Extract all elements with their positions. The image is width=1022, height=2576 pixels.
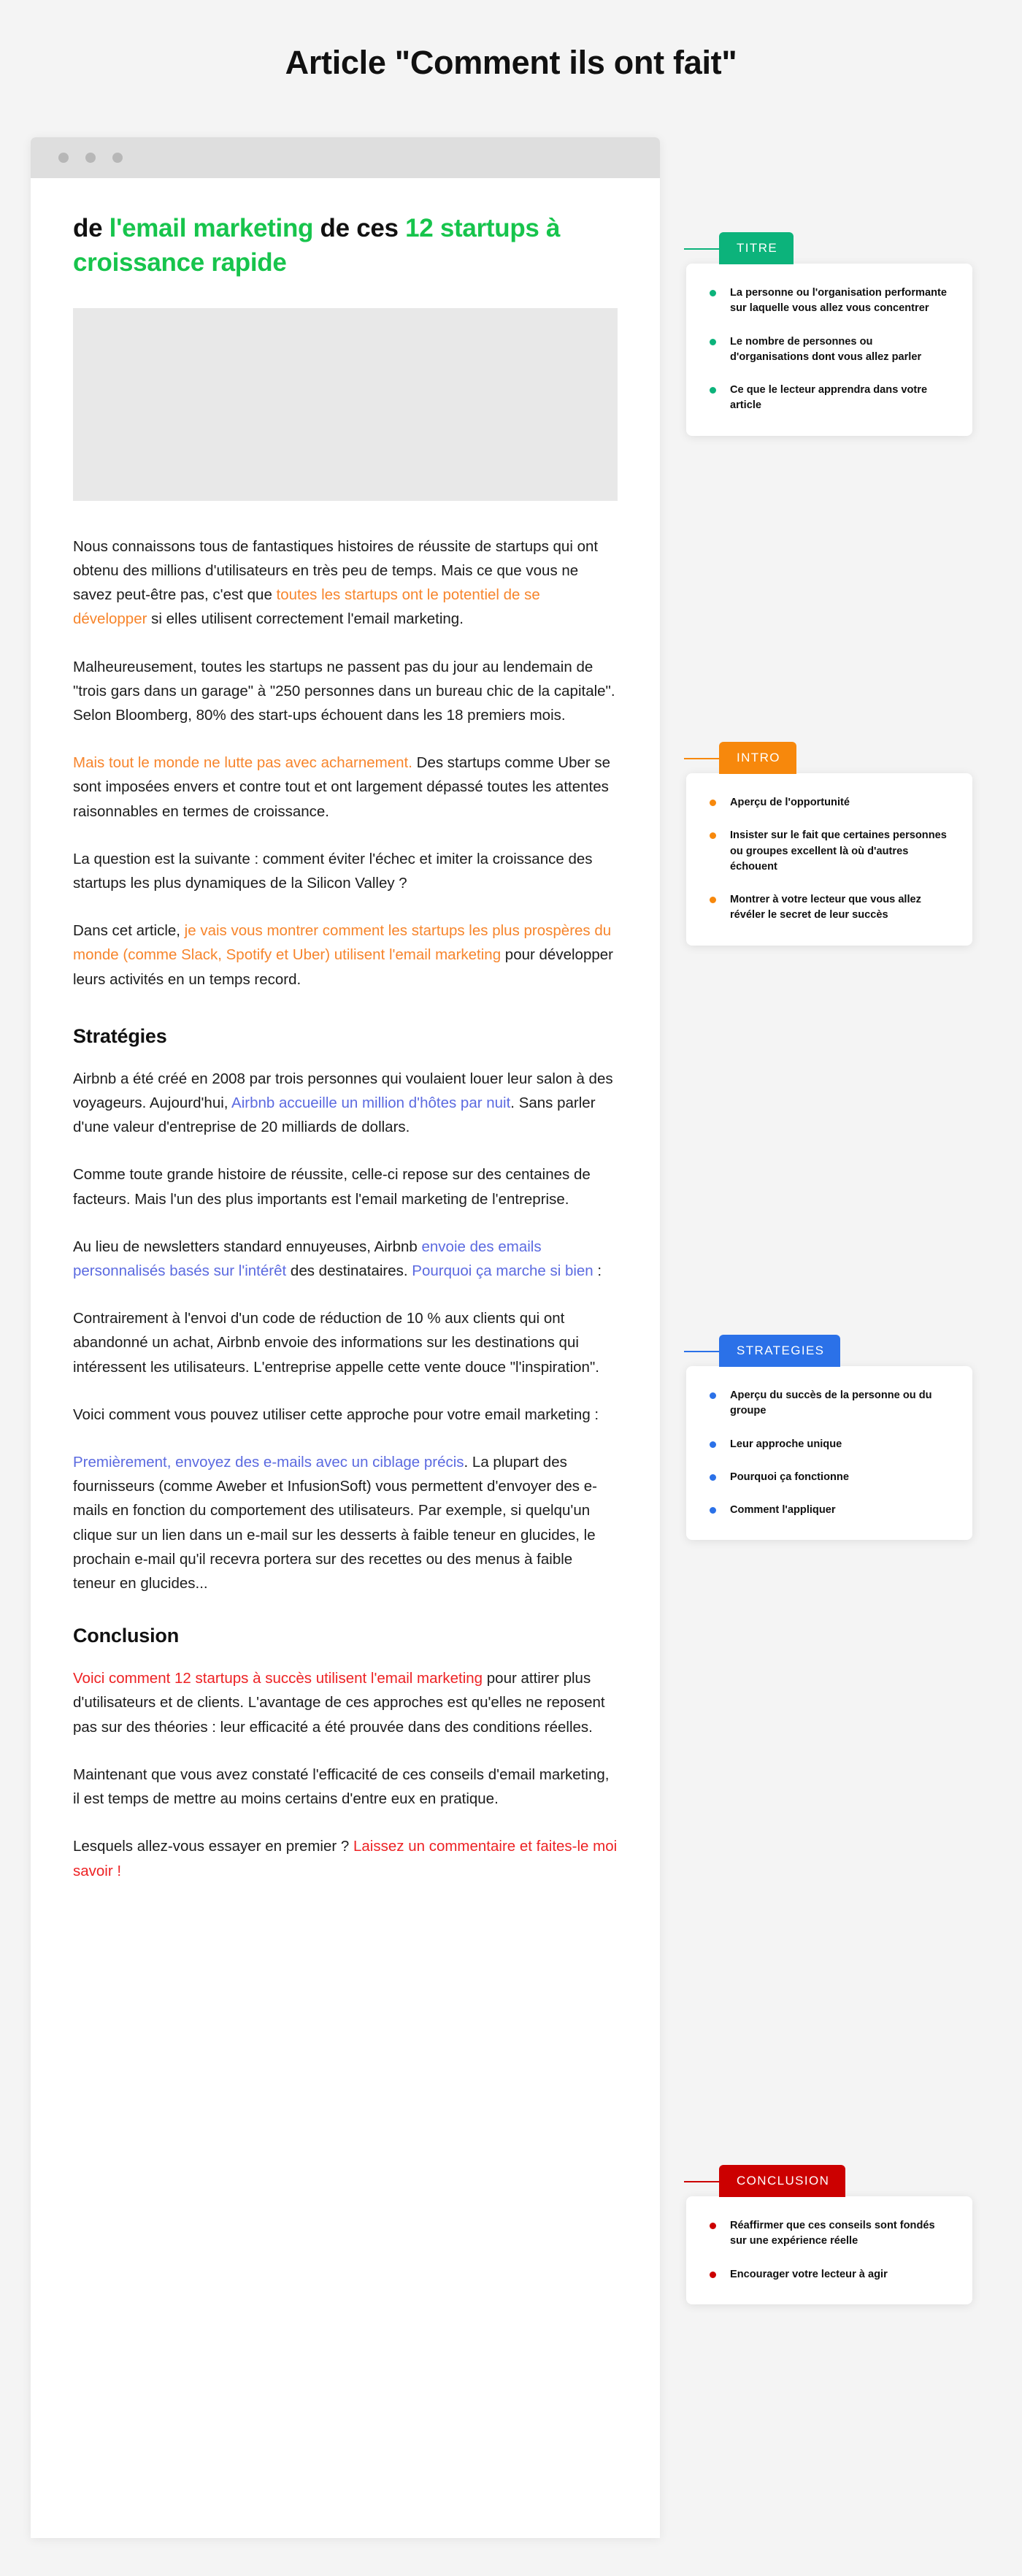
paragraph-9: Contrairement à l'envoi d'un code de réd…: [73, 1310, 599, 1376]
list-item: Leur approche unique: [708, 1437, 948, 1452]
note-card-conclusion: Réaffirmer que ces conseils sont fondés …: [686, 2196, 972, 2304]
note-item-text: Pourquoi ça fonctionne: [730, 1471, 849, 1483]
note-badge-conclusion: CONCLUSION: [683, 2165, 846, 2197]
headline-part-4: de ces: [313, 214, 406, 242]
note-badge-titre: TITRE: [683, 232, 794, 264]
paragraph-6: Airbnb a été créé en 2008 par trois pers…: [73, 1067, 618, 1140]
paragraph-8: Au lieu de newsletters standard ennuyeus…: [73, 1235, 618, 1283]
bullet-dot-icon: [710, 387, 716, 394]
note-badge-intro: INTRO: [684, 742, 796, 774]
note-item-text: Insister sur le fait que certaines perso…: [730, 829, 947, 873]
note-item-text: Montrer à votre lecteur que vous allez r…: [730, 894, 921, 921]
p8-link-why[interactable]: Pourquoi ça marche si bien: [412, 1262, 593, 1279]
bullet-dot-icon: [710, 1441, 716, 1448]
note-list-strategies: Aperçu du succès de la personne ou du gr…: [708, 1388, 948, 1518]
article-hero-image-placeholder: [73, 307, 618, 501]
browser-title-bar: [31, 137, 660, 178]
paragraph-12: Voici comment 12 startups à succès utili…: [73, 1666, 618, 1739]
paragraph-10: Voici comment vous pouvez utiliser cette…: [73, 1406, 599, 1423]
list-item: Insister sur le fait que certaines perso…: [708, 828, 948, 875]
note-list-conclusion: Réaffirmer que ces conseils sont fondés …: [708, 2218, 948, 2282]
paragraph-3: Mais tout le monde ne lutte pas avec ach…: [73, 751, 618, 824]
note-item-text: Réaffirmer que ces conseils sont fondés …: [730, 2220, 935, 2247]
window-minimize-dot-icon[interactable]: [85, 153, 96, 163]
bullet-dot-icon: [710, 832, 716, 840]
bullet-dot-icon: [710, 2271, 716, 2278]
p6-link-airbnb[interactable]: Airbnb accueille un million d'hôtes par …: [231, 1095, 510, 1111]
note-card-titre: La personne ou l'organisation performant…: [686, 264, 972, 436]
window-maximize-dot-icon[interactable]: [112, 153, 123, 163]
article-headline: de l'email marketing de ces 12 startups …: [73, 212, 618, 280]
note-item-text: Le nombre de personnes ou d'organisation…: [730, 335, 922, 363]
p8-text-e: :: [593, 1262, 602, 1280]
bullet-dot-icon: [710, 338, 716, 345]
list-item: Comment l'appliquer: [708, 1503, 948, 1518]
bullet-dot-icon: [710, 2223, 716, 2229]
headline-part-2: de: [73, 214, 110, 242]
list-item: Encourager votre lecteur à agir: [708, 2267, 948, 2282]
p1-text-c: si elles utilisent correctement l'email …: [147, 610, 464, 628]
list-item: Montrer à votre lecteur que vous allez r…: [708, 892, 948, 924]
bullet-dot-icon: [710, 1473, 716, 1481]
paragraph-4: La question est la suivante : comment év…: [73, 850, 593, 892]
page-title: Article "Comment ils ont fait": [285, 44, 737, 81]
note-item-text: Encourager votre lecteur à agir: [730, 2268, 888, 2280]
note-card-strategies: Aperçu du succès de la personne ou du gr…: [686, 1366, 972, 1541]
list-item: Réaffirmer que ces conseils sont fondés …: [708, 2218, 948, 2250]
note-item-text: La personne ou l'organisation performant…: [730, 287, 948, 315]
section-heading-conclusion: Conclusion: [73, 1625, 179, 1647]
p8-text-a: Au lieu de newsletters standard ennuyeus…: [73, 1238, 422, 1255]
paragraph-11: Premièrement, envoyez des e-mails avec u…: [73, 1450, 618, 1595]
paragraph-7: Comme toute grande histoire de réussite,…: [73, 1166, 591, 1208]
note-item-text: Comment l'appliquer: [730, 1504, 836, 1517]
list-item: Ce que le lecteur apprendra dans votre a…: [708, 383, 948, 414]
list-item: Aperçu du succès de la personne ou du gr…: [708, 1388, 948, 1419]
paragraph-1: Nous connaissons tous de fantastiques hi…: [73, 534, 618, 632]
paragraph-14: Lesquels allez-vous essayer en premier ?…: [73, 1834, 618, 1882]
p8-text-c: des destinataires.: [286, 1262, 412, 1280]
annotation-note-conclusion: CONCLUSION Réaffirmer que ces conseils s…: [683, 2165, 972, 2304]
bullet-dot-icon: [710, 1392, 716, 1399]
p12-highlight: Voici comment 12 startups à succès utili…: [73, 1670, 483, 1687]
list-item: La personne ou l'organisation performant…: [708, 285, 948, 317]
bullet-dot-icon: [710, 800, 716, 806]
annotation-note-strategies: STRATEGIES Aperçu du succès de la person…: [683, 1335, 972, 1541]
note-item-text: Ce que le lecteur apprendra dans votre a…: [730, 384, 928, 412]
paragraph-2: Malheureusement, toutes les startups ne …: [73, 658, 615, 724]
bullet-dot-icon: [710, 1507, 716, 1514]
p11-link-targeting[interactable]: Premièrement, envoyez des e-mails avec u…: [73, 1454, 464, 1471]
annotation-note-titre: TITRE La personne ou l'organisation perf…: [683, 232, 972, 436]
note-item-text: Aperçu du succès de la personne ou du gr…: [730, 1389, 932, 1417]
annotation-note-intro: INTRO Aperçu de l'opportunité Insister s…: [684, 742, 972, 946]
note-item-text: Aperçu de l'opportunité: [730, 797, 850, 808]
note-badge-strategies: STRATEGIES: [683, 1335, 841, 1367]
headline-highlight-email-marketing: l'email marketing: [109, 214, 314, 242]
list-item: Le nombre de personnes ou d'organisation…: [708, 334, 948, 366]
section-heading-strategies: Stratégies: [73, 1024, 167, 1047]
p11-text-b: . La plupart des fournisseurs (comme Awe…: [73, 1454, 597, 1592]
p14-text-a: Lesquels allez-vous essayer en premier ?: [73, 1838, 353, 1855]
p5-text-a: Dans cet article,: [73, 922, 185, 940]
p3-highlight: Mais tout le monde ne lutte pas avec ach…: [73, 754, 412, 772]
bullet-dot-icon: [710, 897, 716, 904]
note-list-titre: La personne ou l'organisation performant…: [708, 285, 948, 414]
browser-mockup-window: de l'email marketing de ces 12 startups …: [31, 137, 660, 2538]
note-item-text: Leur approche unique: [730, 1438, 842, 1450]
note-list-intro: Aperçu de l'opportunité Insister sur le …: [708, 795, 948, 924]
bullet-dot-icon: [710, 290, 716, 296]
list-item: Aperçu de l'opportunité: [708, 795, 948, 810]
paragraph-13: Maintenant que vous avez constaté l'effi…: [73, 1766, 610, 1808]
article-content: de l'email marketing de ces 12 startups …: [31, 178, 660, 1950]
list-item: Pourquoi ça fonctionne: [708, 1470, 948, 1485]
window-close-dot-icon[interactable]: [58, 153, 69, 163]
paragraph-5: Dans cet article, je vais vous montrer c…: [73, 919, 618, 992]
poster-canvas: Article "Comment ils ont fait" de l'emai…: [0, 0, 1022, 2576]
note-card-intro: Aperçu de l'opportunité Insister sur le …: [686, 773, 972, 946]
